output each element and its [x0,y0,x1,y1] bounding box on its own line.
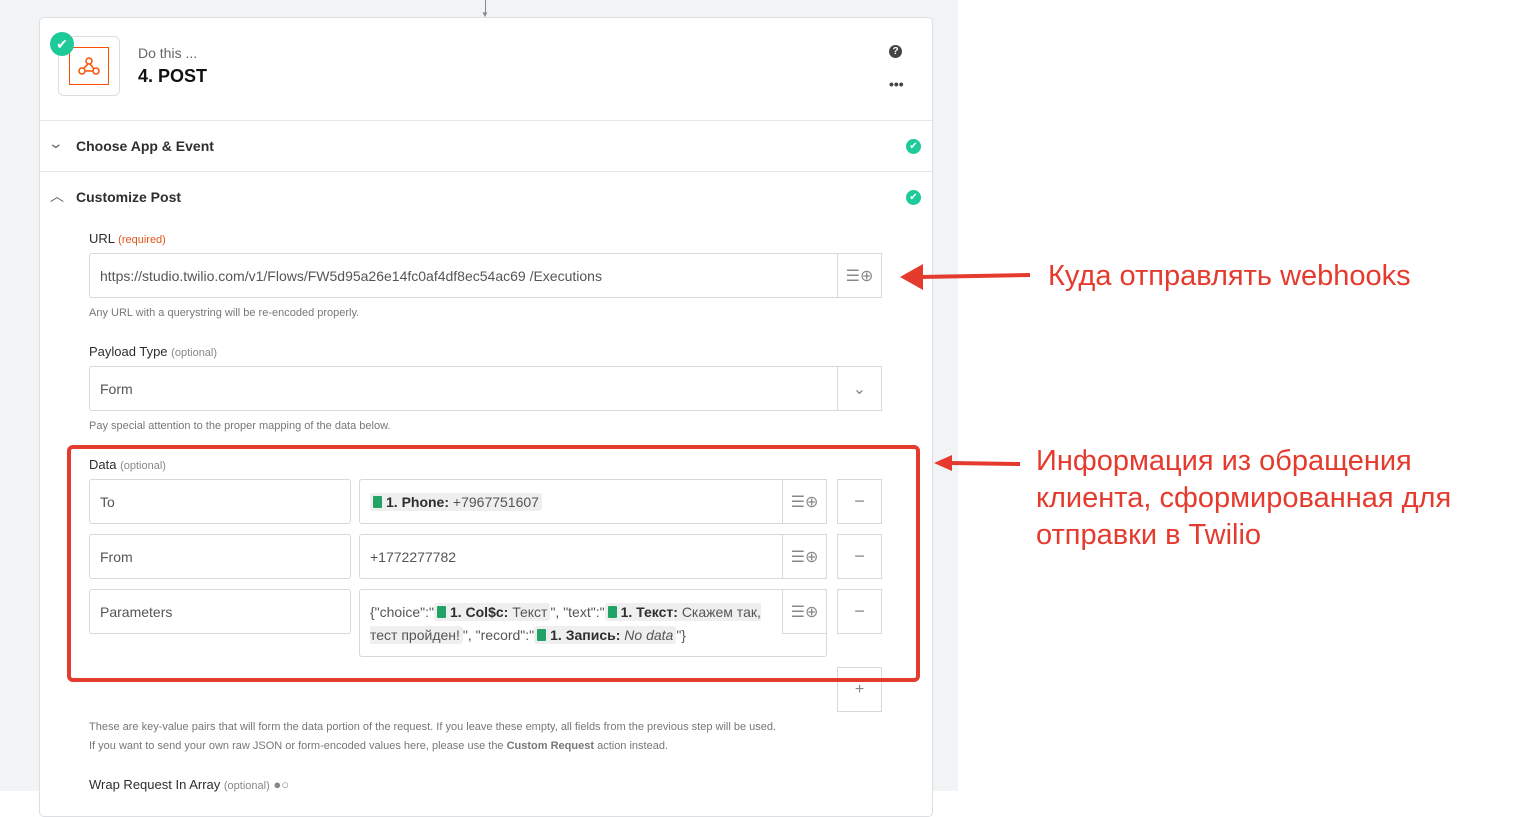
more-options-icon[interactable]: ••• [889,76,904,92]
step-subtitle: Do this ... [138,45,198,61]
hint-text: action instead. [594,740,669,752]
chevron-up-icon: ︿ [50,188,64,204]
dropdown-chevron-icon[interactable]: ⌄ [837,366,882,411]
insert-data-button[interactable]: ☰⊕ [837,253,882,298]
webhook-icon [69,47,109,85]
section-label: Choose App & Event [76,138,214,154]
complete-check-icon: ✔ [906,190,921,205]
section-choose-app[interactable]: ⌄ Choose App & Event ✔ [40,121,932,171]
step-title: 4. POST [138,66,208,86]
data-hint: These are key-value pairs that will form… [89,721,777,733]
optional-tag: (optional) [171,347,218,359]
url-label: URL (required) [89,231,166,246]
wrap-request-label: Wrap Request In Array (optional) ●○ [89,777,289,792]
status-check-icon: ✔ [50,32,74,56]
hint-text: If you want to send your own raw JSON or… [89,740,507,752]
section-customize-post[interactable]: ︿ Customize Post ✔ [40,172,932,222]
label-text: URL [89,231,115,246]
required-tag: (required) [118,234,166,246]
payload-label: Payload Type (optional) [89,344,217,359]
url-value: https://studio.twilio.com/v1/Flows/FW5d9… [100,267,602,284]
highlight-box [67,445,920,682]
help-icon[interactable]: ? [889,45,902,58]
payload-type-select[interactable]: Form [89,366,882,411]
payload-hint: Pay special attention to the proper mapp… [89,420,391,432]
annotation-text: Информация из обращения клиента, сформир… [1036,445,1452,551]
url-input[interactable]: https://studio.twilio.com/v1/Flows/FW5d9… [89,253,882,298]
optional-tag: (optional) [223,780,270,792]
arrow-annotation [934,455,1021,471]
toggle-radio[interactable]: ●○ [273,777,289,792]
data-hint-2: If you want to send your own raw JSON or… [89,740,668,752]
step-card: ✔ Do this ... 4. POST ? ••• ⌄ Choose App… [39,17,933,817]
label-text: Payload Type [89,344,168,359]
url-hint: Any URL with a querystring will be re-en… [89,307,360,319]
payload-value: Form [100,380,133,397]
annotation-text: Куда отправлять webhooks [1048,260,1411,292]
section-label: Customize Post [76,189,182,205]
complete-check-icon: ✔ [906,139,921,154]
chevron-down-icon: ⌄ [47,135,65,151]
arrow-annotation [900,264,1031,290]
custom-request-link[interactable]: Custom Request [507,740,594,752]
list-add-icon: ☰⊕ [845,267,874,285]
label-text: Wrap Request In Array [89,777,221,792]
